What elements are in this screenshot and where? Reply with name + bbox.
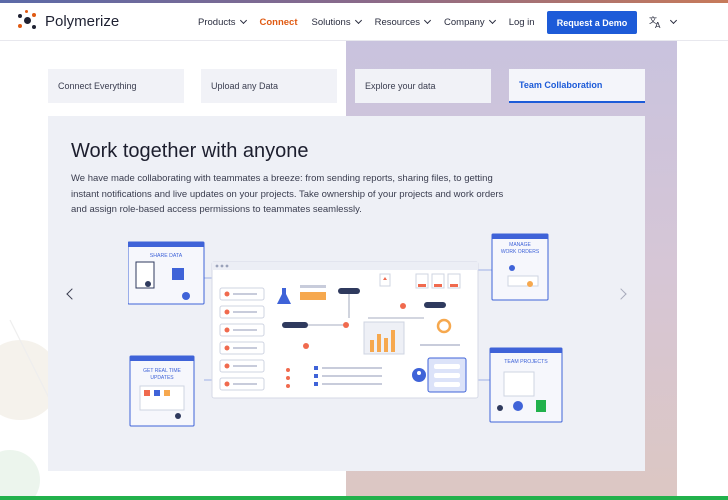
nav-item-login[interactable]: Log in [509,17,535,28]
tab-explore-your-data[interactable]: Explore your data [355,69,491,103]
nav-item-label: Company [444,16,485,28]
top-navigation-bar: Polymerize Products Connect Solutions Re… [0,3,728,41]
feature-title: Work together with anyone [71,140,309,162]
nav-item-connect[interactable]: Connect [260,17,298,28]
nav-menu: Products Connect Solutions Resources Com… [198,3,549,41]
collaboration-illustration: SHARE DATA MANAGE WORK ORDERS GET REAL T… [128,233,563,427]
nav-item-products[interactable]: Products [198,16,247,28]
chevron-down-icon [239,16,247,25]
feature-tabs: Connect Everything Upload any Data Explo… [48,69,645,103]
nav-item-label: Solutions [311,16,351,28]
nav-item-solutions[interactable]: Solutions [311,16,362,28]
chevron-down-icon [488,16,496,25]
team-projects-card: TEAM PROJECTS [489,347,563,423]
updates-label-1: GET REAL TIME [143,368,181,374]
manage-label-1: MANAGE [509,242,531,248]
manage-work-orders-card: MANAGE WORK ORDERS [491,233,549,301]
translate-icon: 文 A [649,15,661,29]
brand-logo[interactable]: Polymerize [16,10,119,32]
language-selector[interactable]: 文 A [649,15,678,29]
nav-item-resources[interactable]: Resources [374,16,432,28]
share-data-card: SHARE DATA [128,241,205,305]
team-projects-label: TEAM PROJECTS [504,359,548,365]
bottom-accent-bar [0,496,728,500]
polymerize-logo-icon [16,10,38,32]
real-time-updates-card: GET REAL TIME UPDATES [129,355,195,427]
updates-label-2: UPDATES [150,375,174,381]
feature-description: We have made collaborating with teammate… [71,173,504,215]
tab-upload-any-data[interactable]: Upload any Data [201,69,337,103]
tab-team-collaboration[interactable]: Team Collaboration [509,69,645,103]
svg-text:A: A [655,21,661,29]
nav-item-label: Log in [508,16,535,28]
manage-label-2: WORK ORDERS [501,249,540,255]
tab-connect-everything[interactable]: Connect Everything [48,69,184,103]
nav-item-label: Connect [259,16,298,28]
nav-item-company[interactable]: Company [444,16,496,28]
nav-item-label: Resources [374,16,421,28]
chevron-down-icon [354,16,362,25]
request-demo-button[interactable]: Request a Demo [547,11,637,34]
nav-item-label: Products [198,16,236,28]
share-data-label: SHARE DATA [150,253,183,259]
chevron-down-icon [669,16,678,25]
chevron-down-icon [423,16,432,25]
brand-name: Polymerize [45,12,120,30]
